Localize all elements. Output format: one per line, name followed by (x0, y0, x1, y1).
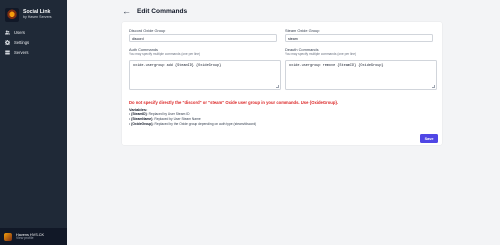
users-icon (5, 30, 10, 34)
variables-list: • {SteamID}: Replaced by User Steam ID •… (129, 112, 256, 127)
sidebar-item-label: Settings (14, 39, 30, 45)
auth-commands-hint: You may specify multiple commands (one p… (129, 52, 201, 56)
sidebar-item-servers[interactable]: Servers (0, 47, 67, 57)
deauth-commands-hint: You may specify multiple commands (one p… (285, 52, 357, 56)
view-profile-link[interactable]: View profile (16, 236, 44, 241)
sidebar-item-settings[interactable]: Settings (0, 37, 67, 47)
variable-desc: : Replaced by the Oxide group depending … (152, 122, 257, 126)
logo-icon (5, 7, 19, 22)
gear-icon (5, 39, 10, 45)
variable-name: {SteamID} (131, 112, 147, 116)
auth-commands-value: oxide.usergroup add {SteamID} {OxideGrou… (133, 64, 222, 68)
sidebar-item-users[interactable]: Users (0, 27, 67, 37)
warning-text: Do not specify directly the "discord" or… (129, 100, 339, 105)
arrow-left-icon[interactable]: ← (122, 6, 131, 16)
deauth-commands-value: oxide.usergroup remove {SteamID} {OxideG… (289, 64, 384, 68)
page-header: ← Edit Commands (122, 5, 187, 17)
server-icon (5, 50, 10, 54)
sidebar-item-label: Users (14, 29, 25, 35)
sidebar: Social Link by Haven Servers Users Setti… (0, 0, 67, 245)
discord-group-label: Discord Oxide Group (129, 28, 166, 33)
variable-name: {OxideGroup} (131, 122, 153, 126)
deauth-commands-textarea[interactable]: oxide.usergroup remove {SteamID} {OxideG… (285, 60, 437, 90)
edit-commands-form: Discord Oxide Group discord Steam Oxide … (122, 22, 442, 145)
page-title: Edit Commands (137, 7, 188, 15)
steam-group-input[interactable]: steam (285, 34, 433, 42)
variable-desc: : Replaced by User Steam Name (152, 117, 201, 121)
save-button[interactable]: Save (420, 134, 438, 143)
sidebar-nav: Users Settings Servers (0, 27, 67, 57)
variable-name: {SteamName} (131, 117, 153, 121)
avatar (4, 232, 12, 241)
brand[interactable]: Social Link by Haven Servers (0, 0, 67, 22)
steam-group-label: Steam Oxide Group (285, 28, 320, 33)
user-profile[interactable]: Havens HVS.CK View profile (0, 228, 67, 245)
resize-handle-icon[interactable] (276, 85, 279, 88)
brand-subtitle: by Haven Servers (23, 14, 52, 19)
list-item: • {OxideGroup}: Replaced by the Oxide gr… (129, 122, 257, 126)
auth-commands-textarea[interactable]: oxide.usergroup add {SteamID} {OxideGrou… (129, 60, 281, 90)
discord-group-input[interactable]: discord (129, 34, 277, 42)
variable-desc: : Replaced by User Steam ID (146, 112, 190, 116)
sidebar-item-label: Servers (14, 49, 29, 55)
resize-handle-icon[interactable] (432, 85, 435, 88)
